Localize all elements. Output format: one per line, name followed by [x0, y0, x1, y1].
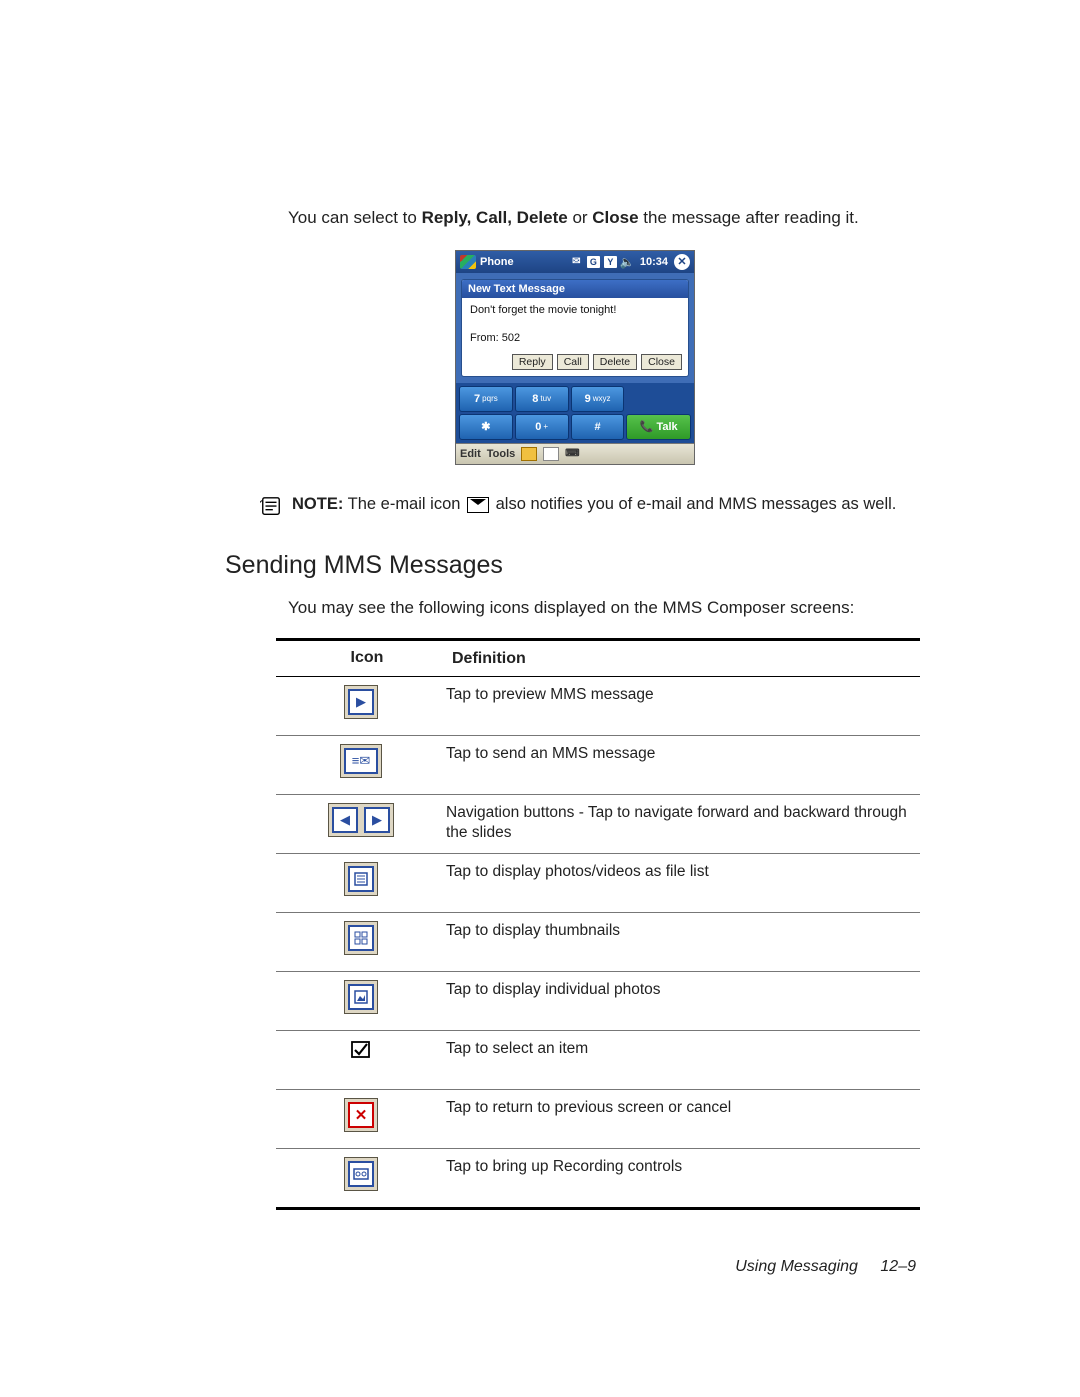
phone-screenshot: Phone ✉ G Y 🔈 10:34 ✕ New Text Message D…	[455, 250, 695, 465]
intro-bold2: Close	[592, 208, 638, 227]
cell-icon: ✕	[276, 1096, 446, 1132]
intro-post: the message after reading it.	[639, 208, 859, 227]
cell-icon	[276, 1155, 446, 1191]
table-row: Tap to display thumbnails	[276, 913, 920, 972]
reply-button[interactable]: Reply	[512, 354, 553, 370]
cell-def: Tap to bring up Recording controls	[446, 1155, 920, 1177]
bottombar-edit[interactable]: Edit	[460, 448, 481, 460]
header-icon: Icon	[276, 647, 452, 670]
page-footer: Using Messaging 12–9	[230, 1258, 920, 1276]
cell-icon	[276, 919, 446, 955]
footer-chapter: Using Messaging	[735, 1258, 858, 1275]
inline-envelope-icon	[467, 497, 489, 513]
intro-mid: or	[568, 208, 593, 227]
bubble-title: New Text Message	[462, 280, 688, 298]
note-label: NOTE:	[292, 495, 343, 513]
bubble-body: Don't forget the movie tonight! From: 50…	[462, 298, 688, 354]
bottombar-pane-icon	[543, 447, 559, 461]
bottombar-keyboard-icon: ⌨	[565, 448, 579, 460]
section-heading: Sending MMS Messages	[225, 551, 920, 580]
cell-icon: ≡✉	[276, 742, 446, 778]
note-t1: The e-mail icon	[343, 495, 465, 513]
from-label: From:	[470, 332, 499, 344]
key-hash[interactable]: #	[571, 414, 625, 440]
close-button[interactable]: Close	[641, 354, 682, 370]
cell-def: Tap to display photos/videos as file lis…	[446, 860, 920, 882]
start-flag-icon	[460, 255, 476, 269]
call-button[interactable]: Call	[557, 354, 589, 370]
thumbnails-icon	[344, 921, 378, 955]
signal-y-icon: Y	[604, 256, 617, 268]
icon-definition-table: Icon Definition ▶ Tap to preview MMS mes…	[276, 638, 920, 1210]
status-time: 10:34	[640, 256, 668, 268]
note-t2: also notifies you of e-mail and MMS mess…	[491, 495, 896, 513]
table-row: ✕ Tap to return to previous screen or ca…	[276, 1090, 920, 1149]
note-text: NOTE: The e-mail icon also notifies you …	[292, 493, 896, 515]
bottombar-note-icon	[521, 447, 537, 461]
intro-pre: You can select to	[288, 208, 422, 227]
speaker-icon: 🔈	[621, 256, 634, 268]
cancel-x-icon: ✕	[344, 1098, 378, 1132]
file-list-icon	[344, 862, 378, 896]
cell-def: Tap to display thumbnails	[446, 919, 920, 941]
key-9[interactable]: 9wxyz	[571, 386, 625, 412]
phone-statusbar: Phone ✉ G Y 🔈 10:34 ✕	[456, 251, 694, 273]
footer-page-number: 12–9	[880, 1258, 916, 1275]
table-header: Icon Definition	[276, 638, 920, 677]
notification-area: New Text Message Don't forget the movie …	[456, 273, 694, 383]
cell-icon	[276, 978, 446, 1014]
navigation-buttons-icon: ◀ ▶	[328, 803, 394, 837]
table-row: Tap to bring up Recording controls	[276, 1149, 920, 1210]
network-g-icon: G	[587, 256, 600, 268]
phone-bottombar: Edit Tools ⌨	[456, 443, 694, 464]
cell-def: Tap to select an item	[446, 1037, 920, 1059]
checkmark-icon	[349, 1039, 373, 1061]
recording-controls-icon	[344, 1157, 378, 1191]
bubble-from: From: 502	[470, 332, 680, 344]
bubble-buttons: Reply Call Delete Close	[462, 354, 688, 376]
table-row: ≡✉ Tap to send an MMS message	[276, 736, 920, 795]
note-hand-icon	[260, 495, 282, 517]
key-0[interactable]: 0+	[515, 414, 569, 440]
table-row: Tap to display individual photos	[276, 972, 920, 1031]
send-icon: ≡✉	[340, 744, 382, 778]
manual-page: You can select to Reply, Call, Delete or…	[0, 0, 1080, 1397]
status-close-icon: ✕	[674, 254, 690, 270]
individual-photo-icon	[344, 980, 378, 1014]
phone-app-title: Phone	[480, 256, 514, 268]
intro-bold1: Reply, Call, Delete	[422, 208, 568, 227]
section-intro: You may see the following icons displaye…	[288, 597, 920, 620]
bottombar-tools[interactable]: Tools	[487, 448, 516, 460]
bubble-message: Don't forget the movie tonight!	[470, 304, 680, 316]
table-row: Tap to display photos/videos as file lis…	[276, 854, 920, 913]
cell-icon: ◀ ▶	[276, 801, 446, 837]
cell-icon: ▶	[276, 683, 446, 719]
key-7[interactable]: 7pqrs	[459, 386, 513, 412]
from-value: 502	[502, 332, 520, 344]
header-definition: Definition	[452, 647, 920, 670]
key-star[interactable]: ✱	[459, 414, 513, 440]
table-row: Tap to select an item	[276, 1031, 920, 1090]
cell-def: Tap to display individual photos	[446, 978, 920, 1000]
preview-icon: ▶	[344, 685, 378, 719]
cell-icon	[276, 1037, 446, 1061]
envelope-status-icon: ✉	[570, 256, 583, 268]
table-row: ▶ Tap to preview MMS message	[276, 677, 920, 736]
cell-def: Tap to preview MMS message	[446, 683, 920, 705]
cell-def: Tap to send an MMS message	[446, 742, 920, 764]
note-block: NOTE: The e-mail icon also notifies you …	[260, 493, 920, 517]
cell-def: Navigation buttons - Tap to navigate for…	[446, 801, 920, 843]
delete-button[interactable]: Delete	[593, 354, 637, 370]
intro-paragraph: You can select to Reply, Call, Delete or…	[288, 207, 920, 230]
key-8[interactable]: 8tuv	[515, 386, 569, 412]
notification-bubble: New Text Message Don't forget the movie …	[461, 279, 689, 377]
cell-def: Tap to return to previous screen or canc…	[446, 1096, 920, 1118]
key-talk[interactable]: 📞 Talk	[626, 414, 691, 440]
phone-keypad: 7pqrs 8tuv 9wxyz ✱ 0+ # 📞 Talk	[456, 383, 694, 443]
table-row: ◀ ▶ Navigation buttons - Tap to navigate…	[276, 795, 920, 854]
cell-icon	[276, 860, 446, 896]
